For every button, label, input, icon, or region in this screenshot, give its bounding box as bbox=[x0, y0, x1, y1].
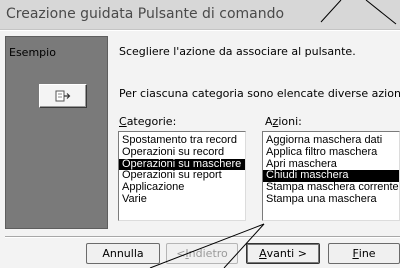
actions-listbox[interactable]: Aggiorna maschera dati Applica filtro ma… bbox=[262, 131, 400, 221]
actions-label: Azioni: bbox=[265, 115, 302, 128]
action-item[interactable]: Applica filtro maschera bbox=[263, 146, 399, 159]
example-label: Esempio bbox=[9, 46, 56, 59]
action-item[interactable]: Stampa una maschera bbox=[263, 193, 399, 206]
next-button-label: vanti > bbox=[266, 247, 307, 260]
next-button[interactable]: Avanti > bbox=[246, 243, 320, 264]
category-item[interactable]: Varie bbox=[119, 193, 245, 206]
back-button-prefix: < bbox=[176, 247, 186, 260]
back-button-label: ndietro bbox=[188, 247, 228, 260]
wizard-window: Creazione guidata Pulsante di comando Es… bbox=[0, 0, 400, 268]
instruction-categories: Per ciascuna categoria sono elencate div… bbox=[119, 87, 400, 100]
finish-button[interactable]: Fine bbox=[328, 243, 400, 264]
category-item[interactable]: Operazioni su record bbox=[119, 146, 245, 159]
finish-button-label: ine bbox=[358, 247, 376, 260]
example-panel bbox=[5, 36, 108, 229]
next-button-access-key: A bbox=[259, 247, 267, 260]
categories-label-text: ategorie: bbox=[126, 115, 177, 128]
open-form-icon bbox=[55, 90, 71, 102]
cancel-button[interactable]: Annulla bbox=[86, 243, 160, 264]
categories-label-access-key: C bbox=[119, 115, 127, 128]
actions-label-prefix: A bbox=[265, 115, 273, 128]
window-title: Creazione guidata Pulsante di comando bbox=[6, 6, 285, 22]
instruction-choose-action: Scegliere l'azione da associare al pulsa… bbox=[119, 45, 356, 58]
actions-label-text: ioni: bbox=[278, 115, 302, 128]
back-button[interactable]: < Indietro bbox=[166, 243, 238, 264]
categories-label: Categorie: bbox=[119, 115, 176, 128]
categories-listbox[interactable]: Spostamento tra record Operazioni su rec… bbox=[118, 131, 246, 221]
title-bar[interactable]: Creazione guidata Pulsante di comando bbox=[0, 0, 400, 30]
button-separator bbox=[5, 236, 400, 238]
example-preview-button bbox=[39, 84, 87, 108]
